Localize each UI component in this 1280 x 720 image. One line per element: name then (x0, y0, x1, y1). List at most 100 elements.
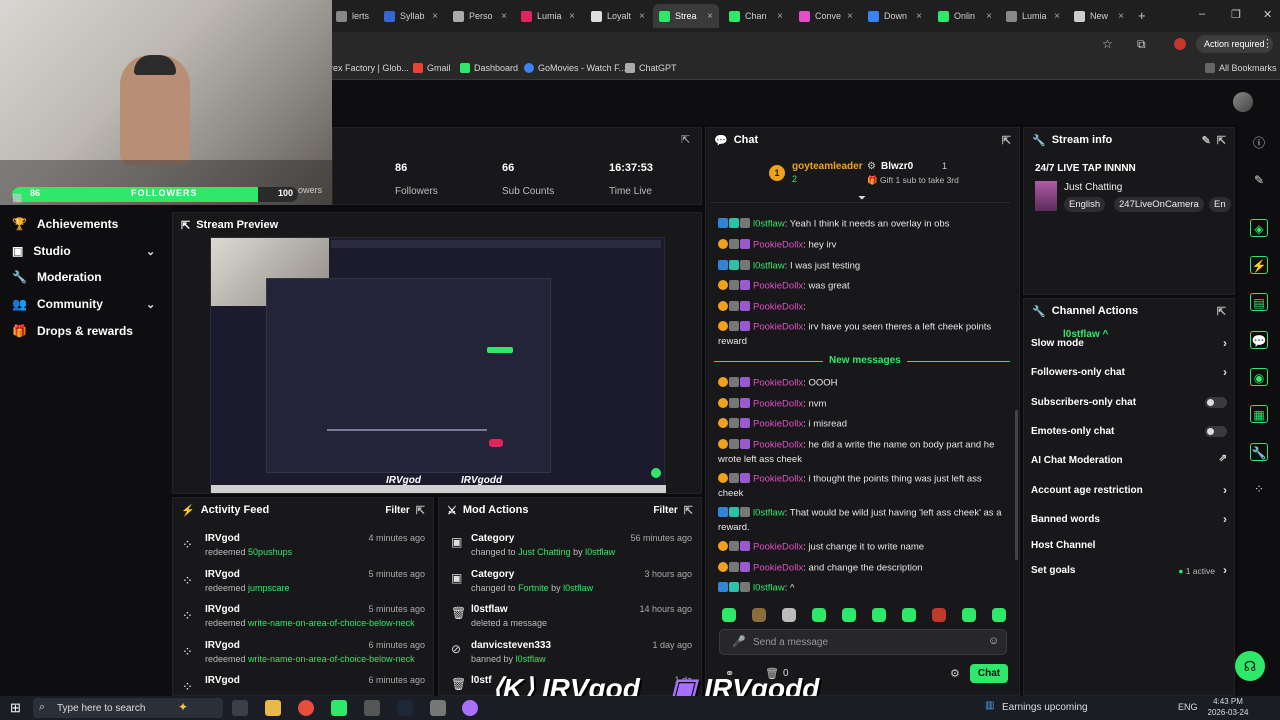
chat-message[interactable]: PookieDollx: he did a write the name on … (718, 438, 1008, 467)
stream-tag[interactable]: 247LiveOnCamera (1114, 197, 1204, 212)
windows-start-icon[interactable]: ⊞ (10, 700, 21, 716)
sidebar-item-community[interactable]: 👥 Community ⌄ (12, 297, 155, 311)
activity-item[interactable]: IRVgod 6 minutes ago (205, 675, 431, 686)
chat-scrollbar[interactable] (1015, 410, 1018, 560)
chat-username[interactable]: l0stflaw (753, 583, 785, 594)
channel-action-banned-words[interactable]: Banned words › (1031, 512, 1227, 526)
bookmark-item[interactable]: GoMovies - Watch F... (524, 63, 626, 73)
emote-icon[interactable] (812, 608, 826, 622)
chat-input-box[interactable]: 🎤 Send a message ☺ (719, 629, 1007, 655)
chat-username[interactable]: PookieDollx (753, 322, 803, 333)
chat-username[interactable]: PookieDollx (753, 419, 803, 430)
browser-tab[interactable]: Syllab × (378, 4, 444, 28)
clock-date[interactable]: 2026-03-24 (1205, 708, 1251, 717)
activity-item[interactable]: IRVgod redeemed jumpscare 5 minutes ago (205, 569, 431, 593)
file-explorer-icon[interactable] (265, 700, 281, 716)
chat-message[interactable]: PookieDollx: just change it to write nam… (718, 540, 1008, 555)
close-icon[interactable]: × (569, 11, 575, 22)
popout-icon[interactable]: ⇱ (1217, 305, 1226, 318)
toggle-switch[interactable] (1205, 426, 1227, 437)
dashboard-icon[interactable]: ▦ (12, 191, 22, 204)
app-icon[interactable] (331, 700, 347, 716)
close-icon[interactable]: × (1054, 11, 1060, 22)
chat-username[interactable]: PookieDollx (753, 378, 803, 389)
minimize-icon[interactable]: – (1199, 8, 1205, 20)
settings-icon[interactable] (430, 700, 446, 716)
profile-icon[interactable] (1174, 38, 1186, 50)
channel-action-set-goals[interactable]: Set goals › ● 1 active (1031, 563, 1227, 577)
popout-icon[interactable]: ⇱ (684, 504, 693, 517)
channel-action-subscribers-only-chat[interactable]: Subscribers-only chat (1031, 397, 1227, 408)
chat-message[interactable]: l0stflaw: I was just testing (718, 259, 1008, 274)
channel-action-followers-only-chat[interactable]: Followers-only chat › (1031, 365, 1227, 379)
maximize-icon[interactable]: ❐ (1231, 8, 1241, 21)
mod-action-item[interactable]: l0stflaw deleted a message 14 hours ago (471, 604, 696, 628)
clock-time[interactable]: 4:43 PM (1210, 697, 1246, 706)
mod-action-item[interactable]: Category changed to Just Chatting by l0st… (471, 533, 696, 557)
close-icon[interactable]: × (916, 11, 922, 22)
popout-icon[interactable]: ⇱ (416, 504, 425, 517)
gift-prompt[interactable]: 🎁 Gift 1 sub to take 3rd (867, 175, 959, 186)
chat-message[interactable]: PookieDollx: OOOH (718, 376, 1008, 391)
chat-message[interactable]: PookieDollx: nvm (718, 397, 1008, 412)
browser-tab[interactable]: Onlin × (932, 4, 998, 28)
chat-message[interactable]: PookieDollx: i misread (718, 417, 1008, 432)
edit-icon[interactable]: ✎ (1202, 134, 1211, 147)
popout-icon[interactable]: ⇱ (1002, 134, 1011, 147)
browser-tab[interactable]: Perso × (447, 4, 513, 28)
chat-message[interactable]: PookieDollx: (718, 300, 1008, 315)
chat-username[interactable]: l0stflaw (753, 261, 785, 272)
browser-tab[interactable]: New × (1068, 4, 1130, 28)
chat-username[interactable]: PookieDollx (753, 281, 803, 292)
close-icon[interactable]: × (1118, 11, 1124, 22)
activity-item[interactable]: IRVgod redeemed write-name-on-area-of-cho… (205, 640, 431, 664)
mic-icon[interactable]: 🎤 (732, 635, 746, 648)
emote-icon[interactable] (962, 608, 976, 622)
channel-action-emotes-only-chat[interactable]: Emotes-only chat (1031, 426, 1227, 437)
channel-action-slow-mode[interactable]: Slow mode › (1031, 336, 1227, 350)
taskbar-search[interactable]: ⌕ Type here to search ✦ (33, 698, 223, 718)
chat-icon[interactable]: 💬 (1250, 331, 1268, 349)
channel-action-account-age-restriction[interactable]: Account age restriction › (1031, 483, 1227, 497)
chat-message[interactable]: PookieDollx: hey irv (718, 238, 1008, 253)
chat-username[interactable]: PookieDollx (753, 563, 803, 574)
earnings-widget[interactable]: Earnings upcoming (1002, 702, 1088, 713)
chat-username[interactable]: PookieDollx (753, 474, 803, 485)
toggle-switch[interactable] (1205, 397, 1227, 408)
close-icon[interactable]: × (777, 11, 783, 22)
chat-message[interactable]: PookieDollx: and change the description (718, 561, 1008, 576)
chat-send-button[interactable]: Chat (970, 664, 1008, 683)
browser-tab[interactable]: Loyalt × (585, 4, 651, 28)
all-bookmarks[interactable]: All Bookmarks (1205, 63, 1277, 73)
popout-icon[interactable]: ⇱ (681, 133, 690, 146)
close-icon[interactable]: × (501, 11, 507, 22)
channel-action-ai-chat-moderation[interactable]: AI Chat Moderation ⇗ (1031, 453, 1227, 466)
popout-icon[interactable]: ⇱ (1217, 134, 1226, 147)
emote-icon[interactable] (932, 608, 946, 622)
bolt-icon[interactable]: ⚡ (1250, 256, 1268, 274)
close-icon[interactable]: × (639, 11, 645, 22)
close-icon[interactable]: × (847, 11, 853, 22)
mod-action-item[interactable]: danvicsteven333 banned by l0stflaw 1 day a… (471, 640, 696, 664)
channel-action-host-channel[interactable]: Host Channel (1031, 540, 1227, 551)
task-view-icon[interactable] (232, 700, 248, 716)
chat-username[interactable]: l0stflaw (753, 508, 785, 519)
close-icon[interactable]: × (432, 11, 438, 22)
bookmark-item[interactable]: ChatGPT (625, 63, 677, 73)
emote-icon[interactable] (752, 608, 766, 622)
emote-icon[interactable] (992, 608, 1006, 622)
browser-tab[interactable]: Down × (862, 4, 928, 28)
chat-username[interactable]: PookieDollx (753, 399, 803, 410)
chat-message[interactable]: PookieDollx: i thought the points thing … (718, 472, 1008, 501)
sidebar-item-drops[interactable]: 🎁 Drops & rewards (12, 324, 133, 338)
clipboard-icon[interactable]: ▤ (1250, 293, 1268, 311)
emote-icon[interactable] (842, 608, 856, 622)
chat-username[interactable]: l0stflaw (753, 219, 785, 230)
menu-icon[interactable]: ⋮ (1262, 37, 1273, 50)
chat-message[interactable]: PookieDollx: irv have you seen theres a … (718, 320, 1008, 349)
star-icon[interactable]: ☆ (1102, 37, 1113, 51)
activity-item[interactable]: IRVgod redeemed 50pushups 4 minutes ago (205, 533, 431, 557)
activity-item[interactable]: IRVgod redeemed write-name-on-area-of-cho… (205, 604, 431, 628)
emote-icon[interactable] (902, 608, 916, 622)
sidebar-item-studio[interactable]: ▣ Studio ⌄ (12, 244, 155, 258)
